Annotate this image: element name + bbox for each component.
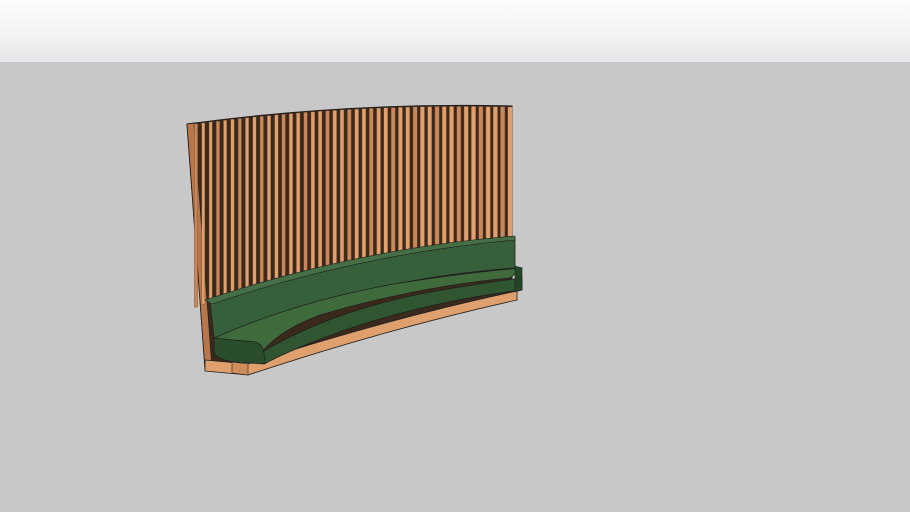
wood-slat — [507, 106, 513, 241]
wood-slat — [274, 114, 279, 283]
wood-slat — [354, 108, 359, 263]
wood-slat — [194, 123, 198, 308]
wood-slat — [347, 109, 352, 265]
wood-slat — [303, 112, 308, 275]
wood-slat — [485, 106, 491, 243]
viewport[interactable] — [0, 0, 910, 512]
wood-slat — [267, 115, 271, 285]
wood-slat — [456, 106, 462, 246]
wood-slat — [441, 106, 447, 248]
wood-slat — [492, 106, 498, 242]
wood-slat — [361, 108, 367, 262]
wood-slat — [405, 106, 411, 254]
wood-slat — [201, 122, 206, 305]
wood-slat — [325, 110, 330, 270]
wood-slat — [434, 106, 440, 249]
wood-slat — [339, 109, 345, 266]
wood-slat — [237, 118, 242, 294]
wood-slat — [281, 113, 286, 281]
wood-slat — [398, 107, 403, 255]
wood-slat — [471, 106, 476, 245]
wood-slat — [245, 117, 249, 291]
wood-slat — [390, 107, 396, 256]
wood-slat — [259, 116, 264, 287]
wood-slat — [208, 121, 213, 303]
wood-slat — [478, 106, 484, 244]
wood-slat — [369, 108, 374, 260]
wood-slat — [463, 106, 469, 245]
plinth-front — [231, 361, 249, 376]
wood-slat — [230, 119, 235, 296]
wood-slat — [332, 110, 337, 268]
wood-slat — [449, 106, 454, 247]
wood-slat — [310, 111, 315, 273]
wood-slat — [500, 106, 506, 242]
wood-slat — [288, 113, 293, 279]
wood-slat — [376, 107, 381, 259]
wood-slat — [427, 106, 433, 250]
wood-slat — [383, 107, 388, 258]
banquette-model — [186, 104, 524, 376]
wood-slat — [420, 106, 425, 252]
seat-cushion-right-end — [514, 265, 523, 293]
wood-slat — [296, 112, 301, 277]
wood-slat — [252, 116, 257, 289]
wood-slat — [216, 120, 220, 300]
wood-slat — [318, 111, 323, 272]
wood-slat — [412, 106, 418, 253]
wood-slat — [223, 119, 227, 298]
